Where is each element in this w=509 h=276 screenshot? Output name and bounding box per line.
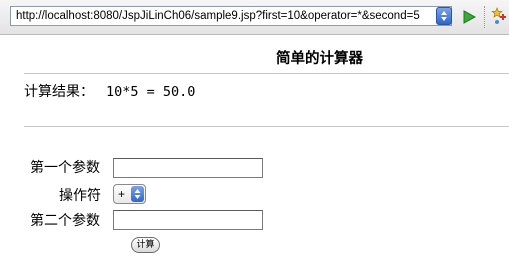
result-row: 计算结果： 10*5 = 50.0 [24, 81, 195, 101]
operator-selected-value: + [118, 187, 126, 201]
first-param-label: 第一个参数 [30, 160, 100, 176]
page-title: 简单的计算器 [276, 51, 363, 67]
first-param-input[interactable] [113, 158, 263, 178]
divider-bottom [24, 126, 509, 127]
divider-top [24, 73, 509, 74]
addon-star-icon[interactable] [491, 7, 507, 29]
calculate-button[interactable]: 计算 [131, 237, 160, 253]
go-arrow-icon[interactable] [462, 9, 477, 28]
page-content: 简单的计算器 计算结果： 10*5 = 50.0 第一个参数 操作符 + 第二个参… [0, 35, 509, 276]
operator-label: 操作符 [59, 188, 101, 204]
browser-toolbar: http://localhost:8080/JspJiLinCh06/sampl… [0, 0, 509, 35]
second-param-label: 第二个参数 [30, 213, 100, 229]
result-label: 计算结果： [24, 84, 94, 100]
select-arrow-icon [131, 186, 144, 202]
operator-select[interactable]: + [113, 184, 146, 204]
second-param-input[interactable] [113, 210, 263, 230]
url-dropdown-icon[interactable] [436, 7, 452, 25]
browser-window: http://localhost:8080/JspJiLinCh06/sampl… [0, 0, 509, 276]
result-value: 10*5 = 50.0 [106, 84, 196, 100]
address-bar[interactable]: http://localhost:8080/JspJiLinCh06/sampl… [10, 6, 452, 26]
toolbar-separator [484, 6, 486, 28]
